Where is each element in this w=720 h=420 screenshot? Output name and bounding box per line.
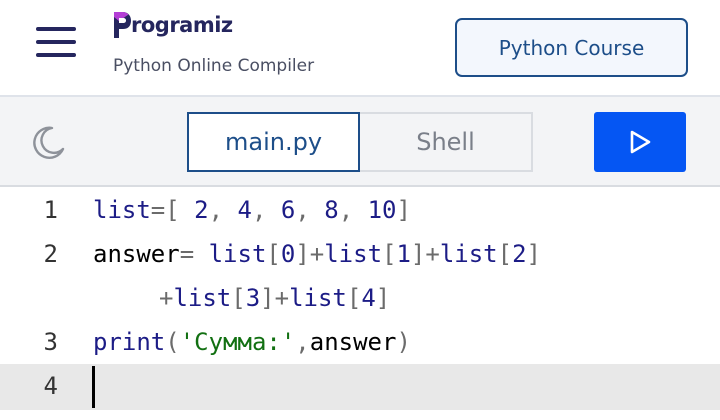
code-token: ]: [295, 240, 310, 268]
programiz-logo[interactable]: rogramiz: [112, 8, 233, 42]
code-token: ,: [338, 196, 368, 224]
code-token: print: [93, 328, 166, 356]
code-token: list: [208, 240, 267, 268]
python-course-button[interactable]: Python Course: [455, 18, 688, 77]
code-token: list: [173, 284, 232, 312]
code-token: 2: [194, 196, 209, 224]
menu-icon[interactable]: [36, 27, 76, 57]
code-text: list=[ 2, 4, 6, 8, 10]: [93, 196, 411, 224]
tab-shell[interactable]: Shell: [358, 112, 533, 172]
app-header: rogramiz Python Online Compiler Python C…: [0, 0, 720, 97]
code-token: +: [274, 284, 290, 312]
code-token: 'Сумма:': [179, 328, 296, 356]
code-token: ]: [396, 196, 411, 224]
line-number: 4: [43, 372, 58, 400]
moon-icon[interactable]: [29, 124, 67, 162]
code-token: ]: [410, 240, 426, 268]
code-token: 1: [396, 240, 411, 268]
page-subtitle: Python Online Compiler: [113, 56, 315, 76]
code-token: list: [439, 240, 498, 268]
code-token: ,: [295, 196, 325, 224]
code-token: 4: [237, 196, 252, 224]
run-button[interactable]: [594, 112, 686, 172]
code-token: list: [93, 196, 151, 224]
code-line: 2 answer= list[0]+list[1]+list[2]: [0, 232, 720, 276]
code-line: 3 print('Сумма:',answer): [0, 320, 720, 364]
code-token: answer: [93, 240, 180, 268]
code-token: +: [309, 240, 325, 268]
code-token: 0: [280, 240, 296, 268]
code-token: [: [266, 240, 281, 268]
logo-text: rogramiz: [131, 13, 233, 37]
tab-main-py[interactable]: main.py: [187, 112, 360, 172]
code-token: [: [231, 284, 246, 312]
code-token: 3: [245, 284, 261, 312]
code-token: (: [165, 328, 180, 356]
active-code-line: 4: [0, 364, 720, 410]
code-token: +: [425, 240, 440, 268]
code-token: list: [324, 240, 383, 268]
code-token: [: [346, 284, 362, 312]
code-token: [: [382, 240, 397, 268]
code-token: ,: [295, 328, 310, 356]
code-token: [: [497, 240, 513, 268]
code-token: list: [289, 284, 347, 312]
code-token: 4: [361, 284, 376, 312]
code-token: =: [179, 240, 209, 268]
code-token: 2: [512, 240, 527, 268]
code-token: 8: [324, 196, 339, 224]
code-token: ]: [375, 284, 391, 312]
code-token: ]: [260, 284, 275, 312]
text-cursor: [92, 366, 95, 408]
code-token: answer: [309, 328, 397, 356]
line-number: 3: [43, 328, 58, 356]
code-text: answer= list[0]+list[1]+list[2]: [93, 240, 541, 268]
code-token: 6: [280, 196, 296, 224]
line-number: 1: [43, 196, 58, 224]
code-token: +: [159, 284, 174, 312]
code-token: ]: [526, 240, 541, 268]
code-token: =[: [150, 196, 195, 224]
logo-p-icon: [114, 12, 131, 38]
code-text: print('Сумма:',answer): [93, 328, 411, 356]
code-token: ,: [251, 196, 281, 224]
play-icon: [630, 130, 651, 154]
code-token: ,: [208, 196, 238, 224]
line-number: 2: [43, 240, 58, 268]
code-text: +list[3]+list[4]: [159, 284, 390, 312]
code-line: 1 list=[ 2, 4, 6, 8, 10]: [0, 188, 720, 232]
code-token: 10: [367, 196, 397, 224]
code-token: ): [396, 328, 411, 356]
editor-toolbar: main.py Shell: [0, 97, 720, 187]
code-editor[interactable]: 1 list=[ 2, 4, 6, 8, 10] 2 answer= list[…: [0, 188, 720, 420]
code-line-wrapped: +list[3]+list[4]: [0, 276, 720, 320]
